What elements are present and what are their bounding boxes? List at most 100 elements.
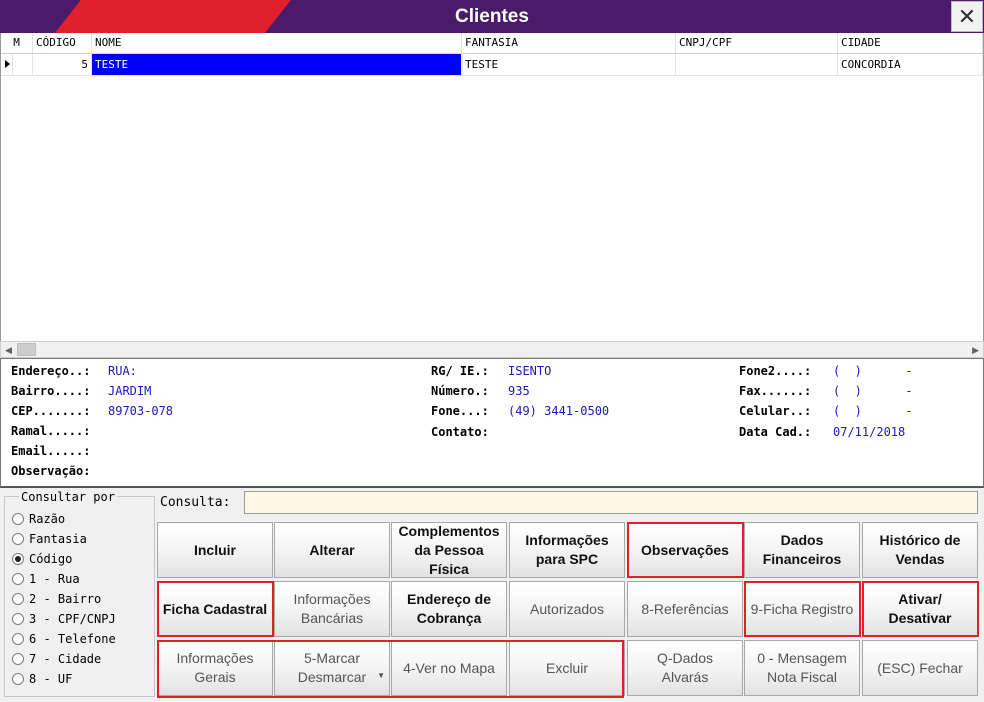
col-cidade[interactable]: CIDADE (838, 33, 983, 53)
historico-vendas-button[interactable]: Histórico de Vendas (862, 522, 978, 578)
radio-icon[interactable] (12, 673, 24, 685)
label-cep: CEP.......: (11, 404, 91, 418)
label-email: Email.....: (11, 444, 91, 458)
info-bancarias-button[interactable]: Informações Bancárias (274, 581, 390, 637)
label-data-cad: Data Cad.: (739, 425, 812, 439)
ver-mapa-button[interactable]: 4-Ver no Mapa (391, 640, 507, 696)
button-label: Endereço de Cobrança (406, 591, 492, 626)
label-fax: Fax......: (739, 384, 812, 398)
radio-label: 2 - Bairro (29, 592, 102, 606)
value-endereco: RUA: (108, 364, 137, 378)
excluir-button[interactable]: Excluir (509, 640, 625, 696)
radio-label: Razão (29, 512, 66, 526)
value-rg: ISENTO (508, 364, 552, 378)
info-gerais-button[interactable]: Informações Gerais (157, 640, 273, 696)
cell-nome[interactable]: TESTE (91, 53, 463, 76)
button-label: Informações Bancárias (293, 591, 371, 626)
radio-label: 8 - UF (29, 672, 73, 686)
radio-icon[interactable] (12, 533, 24, 545)
value-bairro: JARDIM (108, 384, 152, 398)
ativar-desativar-button[interactable]: Ativar/ Desativar (862, 581, 978, 637)
button-label: Incluir (193, 541, 236, 558)
endereco-cobranca-button[interactable]: Endereço de Cobrança (391, 581, 507, 637)
info-spc-button[interactable]: Informações para SPC (509, 522, 625, 578)
button-label: (ESC) Fechar (877, 659, 963, 676)
alterar-button[interactable]: Alterar (274, 522, 390, 578)
consulta-label: Consulta: (160, 495, 231, 510)
radio-label: Fantasia (29, 532, 87, 546)
incluir-button[interactable]: Incluir (157, 522, 273, 578)
cell-cidade[interactable]: CONCORDIA (838, 54, 983, 75)
marcar-desmarcar-button[interactable]: 5-Marcar Desmarcar ▼ (274, 640, 390, 696)
consulta-input[interactable] (244, 491, 978, 514)
radio-rua[interactable]: 1 - Rua (12, 571, 80, 587)
radio-codigo[interactable]: Código (12, 551, 72, 567)
button-label: Excluir (545, 659, 588, 676)
radio-razao[interactable]: Razão (12, 511, 65, 527)
cell-cnpj[interactable] (676, 54, 838, 75)
scroll-left-icon[interactable]: ◀ (5, 345, 12, 356)
radio-bairro[interactable]: 2 - Bairro (12, 591, 101, 607)
mensagem-nf-button[interactable]: 0 - Mensagem Nota Fiscal (744, 640, 860, 696)
label-fone2: Fone2....: (739, 364, 812, 378)
radio-icon[interactable] (12, 633, 24, 645)
close-button[interactable]: ✕ (951, 1, 983, 32)
clients-grid[interactable]: M CÓDIGO NOME FANTASIA CNPJ/CPF CIDADE 5… (0, 33, 984, 341)
cell-codigo[interactable]: 5 (33, 54, 92, 75)
value-fone: (49) 3441-0500 (508, 404, 610, 418)
button-label: Complementos da Pessoa Física (398, 522, 500, 577)
dados-alvaras-button[interactable]: Q-Dados Alvarás (627, 640, 743, 696)
radio-icon[interactable] (12, 593, 24, 605)
col-nome[interactable]: NOME (92, 33, 462, 53)
radio-selected-icon[interactable] (12, 553, 24, 565)
button-label: Ativar/ Desativar (888, 591, 952, 626)
label-celular: Celular..: (739, 404, 812, 418)
ficha-cadastral-button[interactable]: Ficha Cadastral (157, 581, 273, 637)
button-label: Dados Financeiros (762, 532, 842, 567)
dados-financeiros-button[interactable]: Dados Financeiros (744, 522, 860, 578)
radio-label: 7 - Cidade (29, 652, 102, 666)
grid-header: M CÓDIGO NOME FANTASIA CNPJ/CPF CIDADE (1, 33, 983, 54)
button-label: Observações (641, 541, 729, 558)
value-data-cad: 07/11/2018 (833, 425, 906, 439)
dropdown-arrow-icon: ▼ (377, 671, 385, 680)
button-label: 8-Referências (641, 600, 729, 617)
radio-icon[interactable] (12, 513, 24, 525)
ficha-registro-button[interactable]: 9-Ficha Registro (744, 581, 860, 637)
title-bar: Clientes ✕ (0, 0, 984, 33)
radio-cidade[interactable]: 7 - Cidade (12, 651, 101, 667)
radio-fantasia[interactable]: Fantasia (12, 531, 87, 547)
value-fone2: ( ) - (833, 364, 913, 378)
col-fantasia[interactable]: FANTASIA (462, 33, 676, 53)
radio-uf[interactable]: 8 - UF (12, 671, 72, 687)
button-label: 9-Ficha Registro (750, 600, 854, 617)
radio-icon[interactable] (12, 573, 24, 585)
scroll-thumb[interactable] (17, 343, 36, 356)
button-label: Informações para SPC (525, 532, 609, 567)
table-row[interactable]: 5 TESTE TESTE CONCORDIA (1, 53, 983, 76)
scroll-right-icon[interactable]: ▶ (972, 345, 979, 356)
complementos-button[interactable]: Complementos da Pessoa Física (391, 522, 507, 578)
col-codigo[interactable]: CÓDIGO (33, 33, 92, 53)
value-cep: 89703-078 (108, 404, 174, 418)
radio-telefone[interactable]: 6 - Telefone (12, 631, 116, 647)
horizontal-scrollbar[interactable]: ◀ ▶ (0, 341, 984, 358)
referencias-button[interactable]: 8-Referências (627, 581, 743, 637)
observacoes-button[interactable]: Observações (627, 522, 743, 578)
col-cnpj[interactable]: CNPJ/CPF (676, 33, 838, 53)
button-label: Alterar (309, 541, 355, 558)
label-numero: Número.: (431, 384, 489, 398)
fechar-button[interactable]: (ESC) Fechar (862, 640, 978, 696)
radio-icon[interactable] (12, 653, 24, 665)
radio-cpf-cnpj[interactable]: 3 - CPF/CNPJ (12, 611, 116, 627)
row-indicator-icon (1, 54, 13, 75)
autorizados-button[interactable]: Autorizados (509, 581, 625, 637)
button-label: Histórico de Vendas (879, 532, 961, 567)
cell-m[interactable] (13, 54, 33, 75)
radio-icon[interactable] (12, 613, 24, 625)
value-celular: ( ) - (833, 404, 913, 418)
details-panel: Endereço..: RUA: Bairro....: JARDIM CEP.… (0, 358, 984, 488)
button-label: Q-Dados Alvarás (656, 650, 714, 685)
col-m[interactable]: M (1, 33, 33, 53)
cell-fantasia[interactable]: TESTE (462, 54, 676, 75)
